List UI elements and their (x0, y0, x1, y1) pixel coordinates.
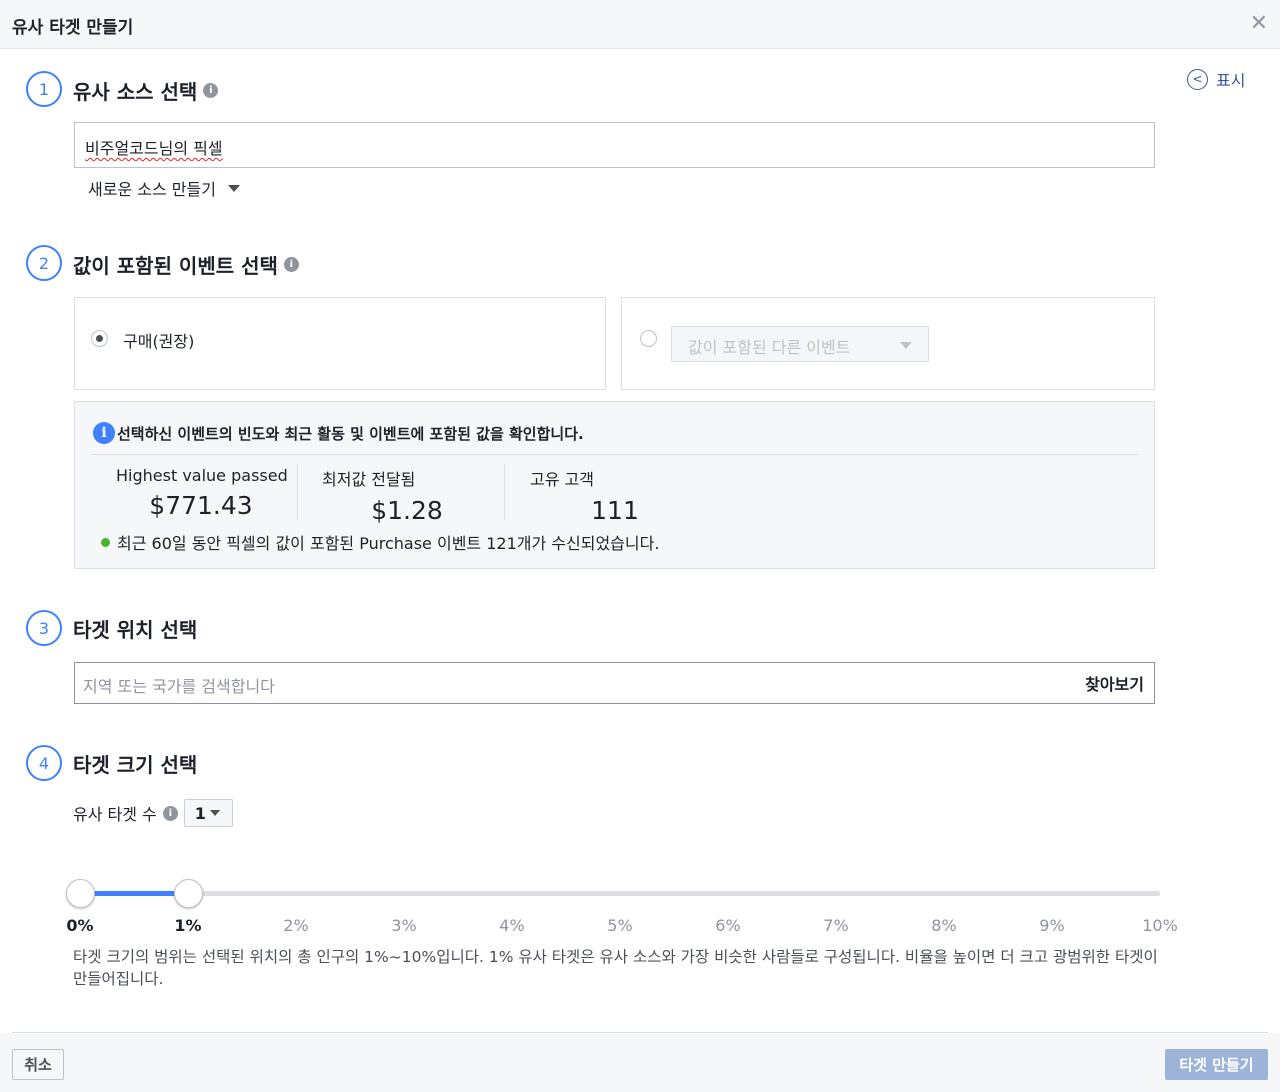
slider-tick-label: 6% (715, 916, 741, 935)
stats-footer: 최근 60일 동안 픽셀의 값이 포함된 Purchase 이벤트 121개가 … (101, 530, 659, 554)
location-search-input[interactable]: 지역 또는 국가를 검색합니다 찾아보기 (74, 662, 1155, 704)
source-input-value: 비주얼코드님의 픽셀 (85, 139, 223, 158)
info-icon[interactable]: i (203, 83, 219, 98)
divider (504, 464, 505, 520)
size-description: 타겟 크기의 범위는 선택된 위치의 총 인구의 1%~10%입니다. 1% 유… (73, 948, 1158, 988)
info-icon[interactable]: i (283, 257, 299, 272)
close-icon[interactable]: ✕ (1250, 13, 1268, 35)
other-event-select: 값이 포함된 다른 이벤트 (671, 326, 929, 362)
new-source-dropdown[interactable]: 새로운 소스 만들기 (88, 176, 240, 200)
slider-tick-label: 0% (66, 916, 94, 935)
event-stats-panel: i 선택하신 이벤트의 빈도와 최근 활동 및 이벤트에 포함된 값을 확인합니… (74, 401, 1155, 569)
caret-down-icon (900, 342, 912, 349)
purchase-radio[interactable] (91, 330, 108, 347)
step-4-number: 4 (26, 745, 62, 781)
dialog-title: 유사 타겟 만들기 (12, 18, 134, 38)
caret-down-icon (227, 184, 240, 192)
caret-down-icon (209, 810, 220, 816)
lookalike-count-value: 1 (194, 803, 206, 823)
slider-tick-label: 3% (391, 916, 417, 935)
step-1-title-text: 유사 소스 선택 (73, 80, 198, 104)
lookalike-count-row: 유사 타겟 수 i 1 (73, 799, 233, 827)
size-slider-end-handle[interactable] (174, 879, 203, 908)
lookalike-count-label: 유사 타겟 수 (73, 805, 157, 824)
slider-tick-label: 1% (174, 916, 202, 935)
event-option-purchase[interactable]: 구매(권장) (74, 297, 606, 390)
size-slider-track[interactable] (80, 891, 1160, 896)
stats-heading-text: 선택하신 이벤트의 빈도와 최근 활동 및 이벤트에 포함된 값을 확인합니다. (117, 424, 584, 443)
source-input[interactable]: 비주얼코드님의 픽셀 (74, 122, 1155, 168)
step-1-number: 1 (26, 71, 62, 107)
step-2-title-text: 값이 포함된 이벤트 선택 (73, 254, 278, 278)
slider-tick-label: 10% (1142, 916, 1178, 935)
stat-lowest: 최저값 전달됨 $1.28 (322, 466, 502, 525)
slider-tick-label: 2% (283, 916, 309, 935)
stat-unique-label: 고유 고객 (530, 470, 594, 489)
chevron-left-icon: < (1187, 68, 1208, 90)
size-slider-start-handle[interactable] (66, 879, 95, 908)
event-option-other[interactable]: 값이 포함된 다른 이벤트 (621, 297, 1155, 390)
stat-unique-value: 111 (591, 496, 639, 525)
step-2-number: 2 (26, 245, 62, 281)
new-source-label: 새로운 소스 만들기 (88, 180, 216, 199)
size-slider-range (80, 891, 188, 896)
purchase-label: 구매(권장) (123, 332, 195, 351)
stats-footer-text: 최근 60일 동안 픽셀의 값이 포함된 Purchase 이벤트 121개가 … (117, 534, 660, 553)
other-event-placeholder: 값이 포함된 다른 이벤트 (688, 338, 851, 357)
other-event-radio[interactable] (640, 330, 657, 347)
dialog-header: 유사 타겟 만들기 ✕ (0, 0, 1280, 49)
divider (297, 464, 298, 520)
create-audience-button[interactable]: 타겟 만들기 (1165, 1049, 1268, 1080)
dialog-footer: 취소 타겟 만들기 (0, 1033, 1280, 1092)
slider-tick-label: 4% (499, 916, 525, 935)
info-icon[interactable]: i (162, 805, 178, 821)
stat-highest-value: $771.43 (149, 491, 253, 520)
slider-tick-label: 5% (607, 916, 633, 935)
cancel-button[interactable]: 취소 (12, 1049, 64, 1080)
stat-highest: Highest value passed $771.43 (116, 466, 296, 520)
lookalike-count-select[interactable]: 1 (183, 799, 233, 827)
step-4-title: 타겟 크기 선택 (73, 753, 198, 777)
stat-highest-label: Highest value passed (116, 466, 288, 485)
divider (91, 454, 1138, 455)
slider-tick-label: 8% (931, 916, 957, 935)
show-link-label: 표시 (1216, 71, 1246, 90)
stat-unique: 고유 고객 111 (530, 466, 710, 525)
stat-lowest-value: $1.28 (371, 496, 443, 525)
location-placeholder: 지역 또는 국가를 검색합니다 (83, 677, 275, 696)
slider-tick-label: 9% (1039, 916, 1065, 935)
info-icon: i (93, 422, 115, 444)
step-3-title: 타겟 위치 선택 (73, 618, 198, 642)
step-3-number: 3 (26, 610, 62, 646)
status-dot-icon (101, 537, 110, 547)
step-2-title: 값이 포함된 이벤트 선택 i (73, 250, 299, 279)
step-1-title: 유사 소스 선택 i (73, 76, 219, 105)
stats-heading: i 선택하신 이벤트의 빈도와 최근 활동 및 이벤트에 포함된 값을 확인합니… (93, 422, 584, 444)
slider-tick-label: 7% (823, 916, 849, 935)
browse-button[interactable]: 찾아보기 (1085, 671, 1144, 695)
stat-lowest-label: 최저값 전달됨 (322, 470, 416, 489)
show-panel-link[interactable]: < 표시 (1187, 67, 1245, 91)
